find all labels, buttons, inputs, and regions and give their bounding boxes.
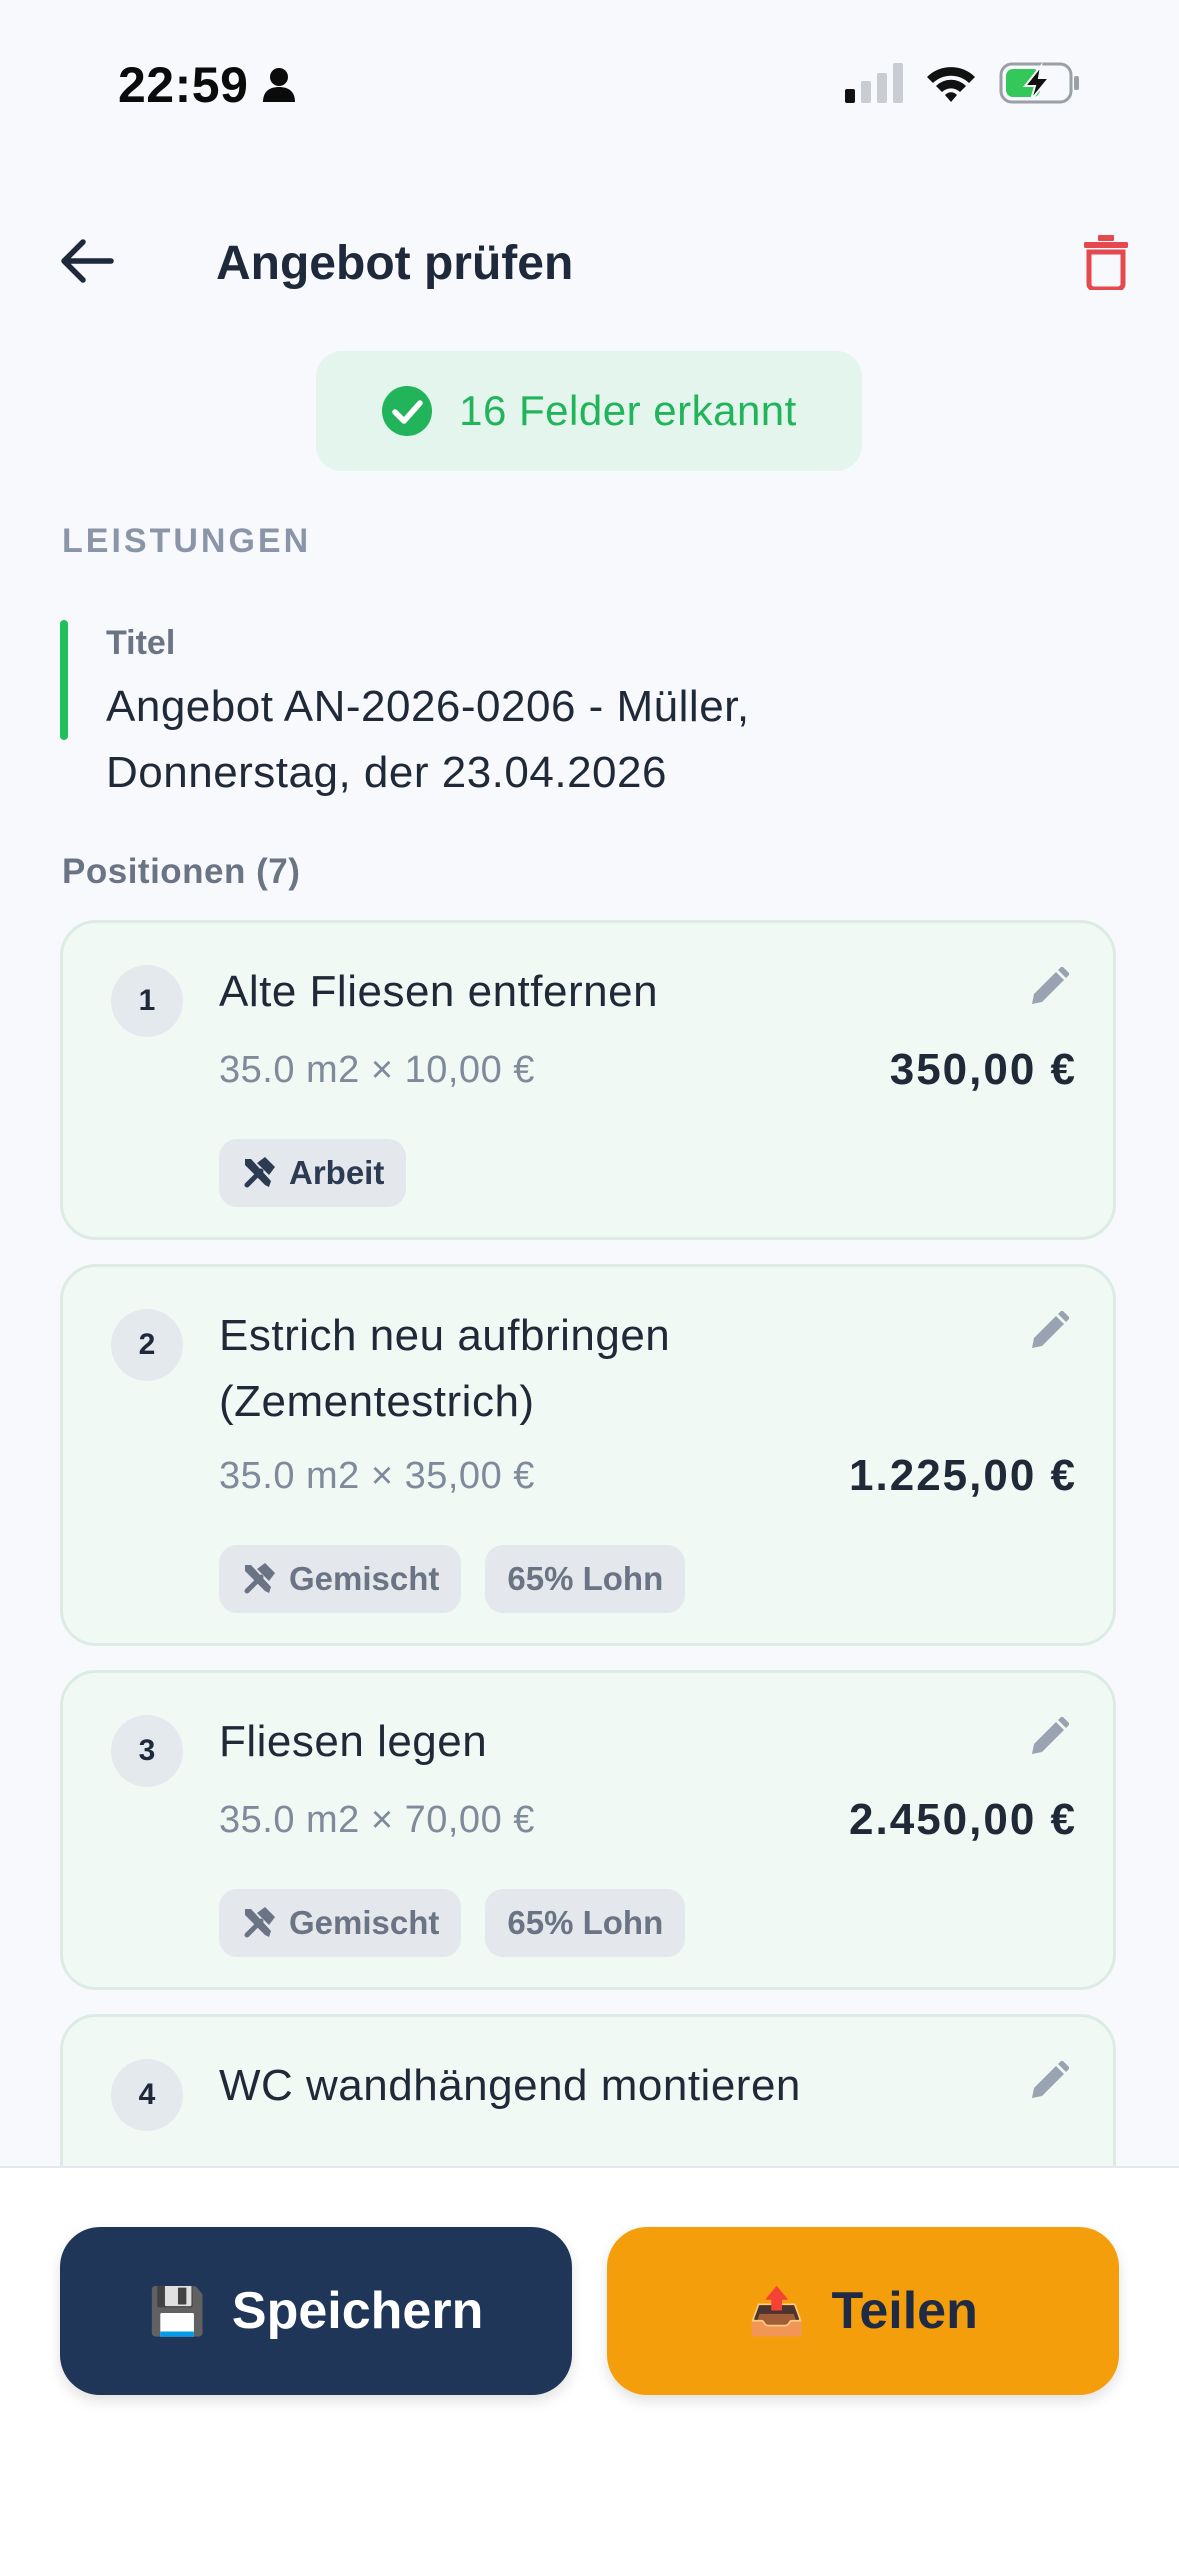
title-value-line-2: Donnerstag, der 23.04.2026 bbox=[106, 748, 667, 797]
position-number: 1 bbox=[111, 965, 183, 1037]
detected-fields-text: 16 Felder erkannt bbox=[459, 387, 797, 434]
edit-position-button[interactable] bbox=[1021, 1709, 1077, 1765]
position-tags: Gemischt 65% Lohn bbox=[219, 1545, 686, 1613]
battery-charging-icon bbox=[999, 62, 1079, 104]
positions-list[interactable]: 1 Alte Fliesen entfernen 35.0 m2 × 10,00… bbox=[0, 918, 1179, 2166]
positions-label: Positionen (7) bbox=[62, 852, 301, 891]
edit-position-button[interactable] bbox=[1021, 959, 1077, 1015]
type-tag-label: Gemischt bbox=[289, 1560, 440, 1597]
wifi-icon bbox=[927, 67, 975, 102]
share-button[interactable]: 📤 Teilen bbox=[607, 2227, 1119, 2395]
person-icon bbox=[263, 68, 296, 102]
cellular-signal-icon bbox=[845, 63, 903, 103]
position-number: 2 bbox=[111, 1309, 183, 1381]
labor-share-label: 65% Lohn bbox=[507, 1904, 664, 1941]
type-tag: Gemischt bbox=[219, 1889, 462, 1957]
labor-share-tag: 65% Lohn bbox=[485, 1889, 686, 1957]
save-button[interactable]: 💾 Speichern bbox=[60, 2227, 572, 2395]
position-card[interactable]: 1 Alte Fliesen entfernen 35.0 m2 × 10,00… bbox=[60, 920, 1116, 1240]
type-tag: Gemischt bbox=[219, 1545, 462, 1613]
share-button-label: Teilen bbox=[831, 2282, 978, 2340]
trash-icon bbox=[1084, 235, 1128, 290]
position-quantity: 35.0 m2 × 10,00 € bbox=[219, 1049, 535, 1091]
position-number: 4 bbox=[111, 2059, 183, 2131]
position-price: 2.450,00 € bbox=[849, 1795, 1077, 1844]
status-icons bbox=[845, 62, 1081, 104]
type-tag-label: Arbeit bbox=[289, 1154, 385, 1191]
arrow-left-icon bbox=[61, 239, 114, 283]
floppy-disk-icon: 💾 bbox=[148, 2284, 206, 2337]
position-card[interactable]: 4 WC wandhängend montieren bbox=[60, 2014, 1116, 2166]
delete-button[interactable] bbox=[1076, 226, 1136, 298]
outbox-tray-icon: 📤 bbox=[748, 2284, 806, 2337]
position-tags: Gemischt 65% Lohn bbox=[219, 1889, 686, 1957]
position-name: WC wandhängend montieren bbox=[219, 2061, 801, 2110]
status-time-text: 22:59 bbox=[118, 57, 249, 113]
save-button-label: Speichern bbox=[231, 2282, 484, 2340]
labor-share-label: 65% Lohn bbox=[507, 1560, 664, 1597]
position-name: Alte Fliesen entfernen bbox=[219, 967, 659, 1016]
check-circle-icon bbox=[382, 386, 433, 436]
back-button[interactable] bbox=[52, 226, 122, 296]
title-label: Titel bbox=[106, 624, 176, 662]
pencil-icon bbox=[1032, 967, 1069, 1004]
page-title: Angebot prüfen bbox=[216, 237, 574, 290]
position-price: 1.225,00 € bbox=[849, 1451, 1077, 1500]
title-accent-bar bbox=[60, 620, 68, 740]
position-name: Estrich neu aufbringen (Zementestrich) bbox=[219, 1311, 671, 1426]
tools-icon bbox=[244, 1563, 275, 1594]
type-tag-label: Gemischt bbox=[289, 1904, 440, 1941]
title-value-line-1: Angebot AN-2026-0206 - Müller, bbox=[106, 682, 750, 731]
section-label: LEISTUNGEN bbox=[62, 522, 312, 560]
status-time: 22:59 bbox=[118, 56, 296, 114]
position-card[interactable]: 2 Estrich neu aufbringen (Zementestrich)… bbox=[60, 1264, 1116, 1646]
type-tag: Arbeit bbox=[219, 1139, 407, 1207]
position-number: 3 bbox=[111, 1715, 183, 1787]
edit-position-button[interactable] bbox=[1021, 1303, 1077, 1359]
edit-position-button[interactable] bbox=[1021, 2053, 1077, 2109]
title-value[interactable]: Angebot AN-2026-0206 - Müller, Donnersta… bbox=[106, 674, 1006, 806]
tools-icon bbox=[244, 1157, 275, 1188]
detected-fields-badge: 16 Felder erkannt bbox=[316, 351, 862, 471]
labor-share-tag: 65% Lohn bbox=[485, 1545, 686, 1613]
pencil-icon bbox=[1032, 1717, 1069, 1754]
tools-icon bbox=[244, 1907, 275, 1938]
position-quantity: 35.0 m2 × 70,00 € bbox=[219, 1799, 535, 1841]
pencil-icon bbox=[1032, 1311, 1069, 1348]
pencil-icon bbox=[1032, 2061, 1069, 2098]
position-price: 350,00 € bbox=[889, 1045, 1077, 1094]
position-card[interactable]: 3 Fliesen legen 35.0 m2 × 70,00 € 2.450,… bbox=[60, 1670, 1116, 1990]
position-tags: Arbeit bbox=[219, 1139, 407, 1207]
position-quantity: 35.0 m2 × 35,00 € bbox=[219, 1455, 535, 1497]
position-name: Fliesen legen bbox=[219, 1717, 488, 1766]
